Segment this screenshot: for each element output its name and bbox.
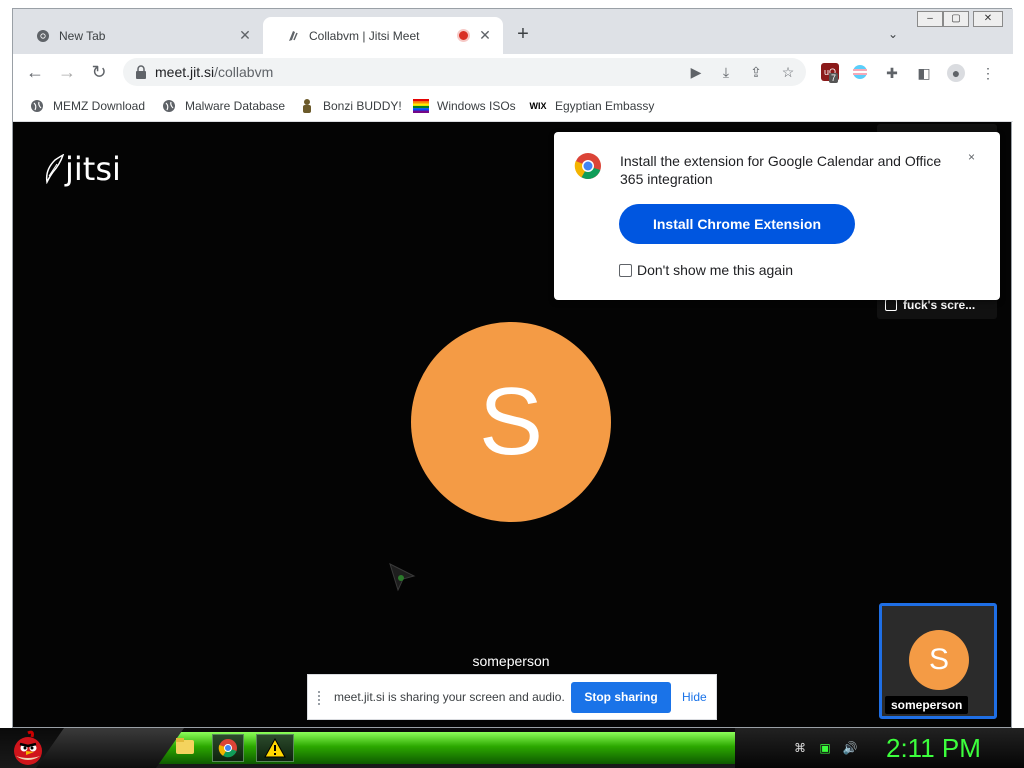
bookmark-memz[interactable]: MEMZ Download xyxy=(29,97,145,115)
tab-title: New Tab xyxy=(59,28,106,43)
chrome-logo-icon xyxy=(574,153,601,180)
self-video-tile[interactable]: S someperson xyxy=(879,603,997,719)
jitsi-favicon-icon xyxy=(285,28,301,44)
screen-share-notification-bar: meet.jit.si is sharing your screen and a… xyxy=(307,674,717,720)
tab-search-chevron-icon[interactable]: ⌄ xyxy=(885,27,901,43)
new-tab-button[interactable]: + xyxy=(513,24,533,45)
close-icon[interactable]: × xyxy=(968,150,975,164)
bookmark-malware-database[interactable]: Malware Database xyxy=(161,97,285,115)
angry-bird-start-icon[interactable] xyxy=(8,730,48,766)
self-avatar: S xyxy=(909,630,969,690)
forward-arrow-icon[interactable]: → xyxy=(55,60,79,84)
taskbar-clock[interactable]: 2:11 PM xyxy=(886,733,981,764)
share-icon[interactable]: ⇪ xyxy=(747,63,765,81)
profile-avatar-icon[interactable]: ● xyxy=(947,64,965,82)
warning-icon xyxy=(264,737,286,758)
rainbow-flag-icon xyxy=(413,98,429,114)
close-window-button[interactable]: ✕ xyxy=(973,11,1003,27)
tab-title: Collabvm | Jitsi Meet xyxy=(309,28,420,43)
main-participant-name: someperson xyxy=(472,653,550,669)
mouse-cursor-icon xyxy=(389,563,416,592)
url-text: meet.jit.si/collabvm xyxy=(155,64,274,80)
taskbar-explorer-button[interactable] xyxy=(172,734,204,762)
jitsi-feather-icon xyxy=(45,154,65,184)
drag-handle-icon[interactable] xyxy=(318,691,324,705)
tray-volume-icon[interactable]: 🔊 xyxy=(842,740,858,756)
desktop-taskbar: ⌘ ▣ 🔊 2:11 PM xyxy=(0,728,1024,768)
dont-show-again-checkbox[interactable]: Don't show me this again xyxy=(619,262,793,278)
globe-icon xyxy=(161,98,177,114)
taskbar-chrome-button[interactable] xyxy=(212,734,244,762)
menu-kebab-icon[interactable]: ⋮ xyxy=(979,64,997,82)
extension-badge: 7 xyxy=(829,73,839,83)
bookmark-bonzi-buddy[interactable]: Bonzi BUDDY! xyxy=(299,97,402,115)
bookmark-star-icon[interactable]: ☆ xyxy=(779,63,797,81)
chrome-icon xyxy=(35,28,51,44)
wix-icon: WIX xyxy=(529,101,547,111)
chrome-icon xyxy=(218,739,237,758)
jitsi-logo: jitsi xyxy=(43,150,121,188)
screen-share-icon xyxy=(885,299,897,311)
close-tab-icon[interactable]: ✕ xyxy=(237,27,253,43)
globe-icon xyxy=(29,98,45,114)
popup-message: Install the extension for Google Calenda… xyxy=(620,153,942,187)
install-chrome-extension-button[interactable]: Install Chrome Extension xyxy=(619,204,855,244)
tab-strip: New Tab ✕ Collabvm | Jitsi Meet ✕ + ⌄ – … xyxy=(13,9,1013,54)
bookmark-egyptian-embassy[interactable]: WIX Egyptian Embassy xyxy=(529,97,655,115)
self-name-label: someperson xyxy=(885,696,969,714)
install-app-icon[interactable]: ⤓ xyxy=(717,63,735,81)
close-tab-icon[interactable]: ✕ xyxy=(477,27,493,43)
bookmarks-bar: MEMZ Download Malware Database Bonzi BUD… xyxy=(13,90,1013,122)
trans-flag-extension-icon[interactable] xyxy=(851,64,869,82)
tray-keyboard-icon[interactable]: ⌘ xyxy=(792,740,808,756)
tab-new-tab[interactable]: New Tab ✕ xyxy=(13,17,263,54)
share-message: meet.jit.si is sharing your screen and a… xyxy=(334,690,565,704)
folder-icon xyxy=(176,738,194,754)
taskbar-warning-button[interactable] xyxy=(256,734,294,762)
hide-link[interactable]: Hide xyxy=(682,690,707,704)
extension-install-popup: Install the extension for Google Calenda… xyxy=(554,132,1000,300)
jitsi-meeting-area: jitsi fuck's scre... S someperson meet.j… xyxy=(13,122,1011,727)
lock-icon xyxy=(136,65,146,79)
camera-icon[interactable]: ▶ xyxy=(687,63,705,81)
browser-toolbar: ← → ↻ meet.jit.si/collabvm ▶ ⤓ ⇪ ☆ uO 7 … xyxy=(13,54,1013,90)
recording-indicator-icon xyxy=(457,29,470,42)
maximize-button[interactable]: ▢ xyxy=(943,11,969,27)
bookmark-windows-isos[interactable]: Windows ISOs xyxy=(413,97,516,115)
tray-network-icon[interactable]: ▣ xyxy=(817,740,833,756)
tab-jitsi-meet[interactable]: Collabvm | Jitsi Meet ✕ xyxy=(263,17,503,54)
side-panel-icon[interactable]: ◧ xyxy=(915,64,933,82)
minimize-button[interactable]: – xyxy=(917,11,943,27)
bonzi-icon xyxy=(299,98,315,114)
checkbox-icon[interactable] xyxy=(619,263,632,277)
back-arrow-icon[interactable]: ← xyxy=(23,60,47,84)
reload-icon[interactable]: ↻ xyxy=(87,60,111,84)
browser-window: New Tab ✕ Collabvm | Jitsi Meet ✕ + ⌄ – … xyxy=(12,8,1013,728)
address-bar[interactable]: meet.jit.si/collabvm ▶ ⤓ ⇪ ☆ xyxy=(123,58,806,86)
stop-sharing-button[interactable]: Stop sharing xyxy=(571,682,671,713)
extensions-puzzle-icon[interactable]: ✚ xyxy=(883,64,901,82)
main-participant-avatar: S xyxy=(411,322,611,522)
